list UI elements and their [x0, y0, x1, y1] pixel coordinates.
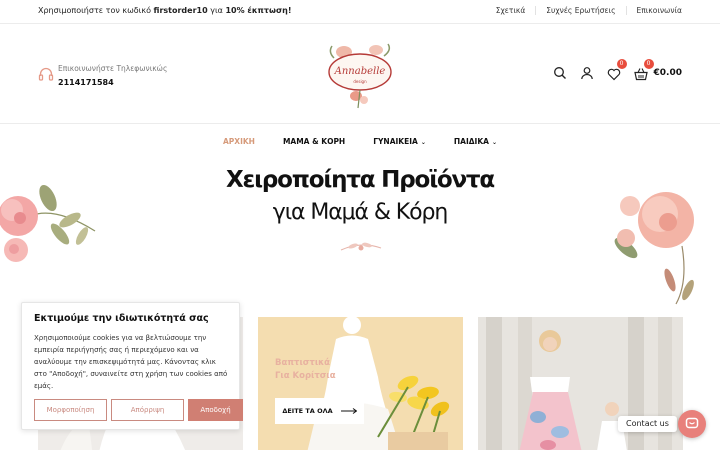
header-actions: 0 0 €0.00 [540, 59, 682, 81]
site-header: Επικοινωνήστε Τηλεφωνικώς 2114171584 Ann… [0, 24, 720, 124]
floral-divider-icon [340, 242, 382, 251]
logo-text: Annabelle [334, 66, 386, 77]
search-icon[interactable] [553, 66, 567, 80]
brand-logo[interactable]: Annabelle design [324, 38, 396, 110]
view-all-label: ΔΕΙΤΕ ΤΑ ΟΛΑ [282, 407, 333, 415]
cookie-accept-button[interactable]: Αποδοχή [188, 399, 243, 421]
nav-item-women-label: ΓΥΝΑΙΚΕΙΑ [373, 137, 418, 146]
heart-icon [607, 68, 620, 81]
page: Χρησιμοποιήστε τον κωδικό firstorder10 γ… [0, 0, 720, 450]
promo-text: Χρησιμοποιήστε τον κωδικό firstorder10 γ… [38, 6, 292, 15]
category-image-2 [258, 317, 463, 450]
link-faq[interactable]: Συχνές Ερωτήσεις [535, 6, 625, 15]
contact-us-label[interactable]: Contact us [618, 416, 677, 432]
cookie-buttons: Μορφοποίηση Απόρριψη Αποδοχή [34, 399, 243, 421]
phone-contact[interactable]: Επικοινωνήστε Τηλεφωνικώς 2114171584 [38, 64, 167, 87]
top-bar: Χρησιμοποιήστε τον κωδικό firstorder10 γ… [0, 0, 720, 24]
cookie-title: Εκτιμούμε την ιδιωτικότητά σας [34, 313, 209, 324]
wishlist-count-badge: 0 [616, 59, 627, 69]
category-title-line-2: Για Κορίτσια [275, 371, 336, 381]
decorative-flower-right [614, 192, 694, 305]
view-all-button[interactable]: ΔΕΙΤΕ ΤΑ ΟΛΑ [275, 398, 364, 424]
category-title: Βαπτιστικά Για Κορίτσια [275, 357, 336, 383]
chevron-down-icon: ⌄ [491, 139, 497, 146]
nav-item-mother-daughter[interactable]: ΜΑΜΑ & ΚΟΡΗ [283, 131, 345, 153]
nav-item-mother-daughter-label: ΜΑΜΑ & ΚΟΡΗ [282, 137, 346, 146]
cart-count-badge: 0 [643, 59, 654, 69]
nav-item-kids-label: ΠΑΙΔΙΚΑ [453, 137, 489, 146]
top-links: Σχετικά Συχνές Ερωτήσεις Επικοινωνία [486, 6, 682, 15]
cookie-customize-button[interactable]: Μορφοποίηση [34, 399, 107, 421]
chat-button[interactable] [678, 410, 706, 438]
cart-button[interactable]: 0 [633, 59, 654, 81]
promo-prefix: Χρησιμοποιήστε τον κωδικό [38, 6, 154, 15]
user-icon[interactable] [580, 66, 594, 80]
category-card-2[interactable]: Βαπτιστικά Για Κορίτσια ΔΕΙΤΕ ΤΑ ΟΛΑ [258, 317, 463, 450]
phone-number[interactable]: 2114171584 [58, 78, 167, 87]
cart-total[interactable]: €0.00 [654, 68, 682, 78]
promo-code: firstorder10 [153, 6, 208, 15]
chevron-down-icon: ⌄ [420, 139, 426, 146]
promo-discount: 10% έκπτωση! [225, 6, 292, 15]
category-title-line-1: Βαπτιστικά [275, 358, 331, 368]
chat-icon [685, 417, 699, 429]
nav-item-women[interactable]: ΓΥΝΑΙΚΕΙΑ ⌄ [373, 131, 426, 153]
basket-icon [633, 68, 648, 81]
headset-icon [38, 67, 54, 81]
cookie-reject-button[interactable]: Απόρριψη [111, 399, 184, 421]
nav-item-home[interactable]: ΑΡΧΙΚΗ [223, 131, 255, 153]
wishlist-button[interactable]: 0 [607, 59, 627, 81]
logo-subtext: design [353, 79, 367, 84]
promo-middle: για [207, 6, 226, 15]
cookie-consent-banner: Εκτιμούμε την ιδιωτικότητά σας Χρησιμοπο… [21, 302, 243, 430]
link-about[interactable]: Σχετικά [486, 6, 536, 15]
phone-label: Επικοινωνήστε Τηλεφωνικώς [58, 64, 168, 73]
cookie-description: Χρησιμοποιούμε cookies για να βελτιώσουμ… [34, 334, 228, 390]
arrow-right-icon [340, 408, 357, 414]
link-contact[interactable]: Επικοινωνία [625, 6, 682, 15]
nav-item-home-label: ΑΡΧΙΚΗ [222, 137, 255, 146]
nav-item-kids[interactable]: ΠΑΙΔΙΚΑ ⌄ [454, 131, 497, 153]
main-nav: ΑΡΧΙΚΗ ΜΑΜΑ & ΚΟΡΗ ΓΥΝΑΙΚΕΙΑ ⌄ ΠΑΙΔΙΚΑ ⌄ [0, 131, 720, 153]
